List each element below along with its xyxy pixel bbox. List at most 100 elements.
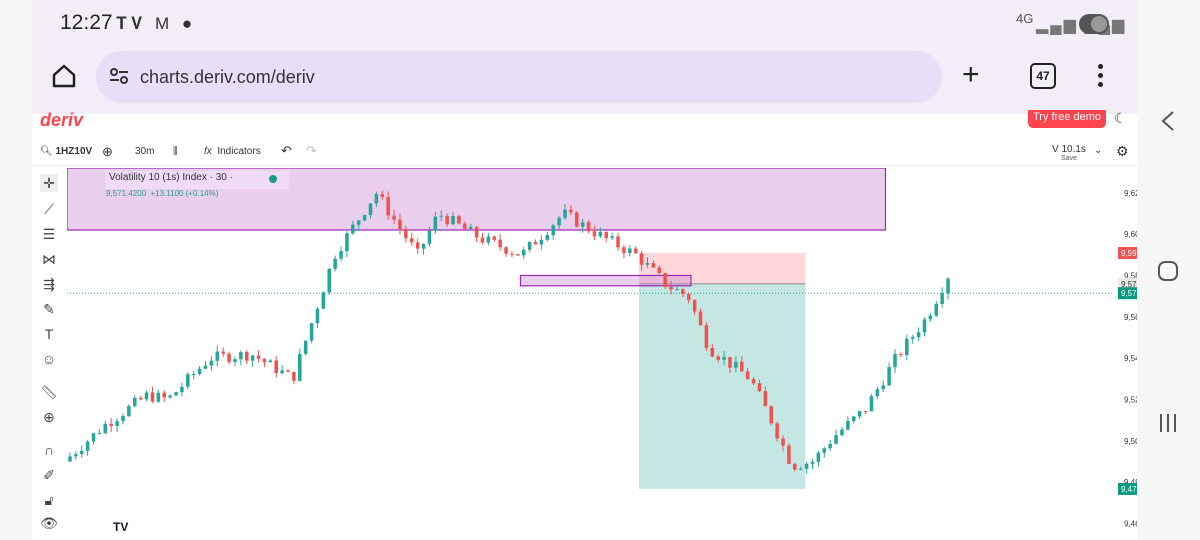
crosshair-icon[interactable]: ✛ (40, 174, 58, 192)
candle-body (834, 435, 838, 444)
recents-icon[interactable] (1157, 412, 1179, 434)
candle-body (521, 249, 526, 256)
instrument-price: 9,571.4200 (106, 189, 147, 198)
candle-body (168, 395, 172, 398)
price-tag-label: 9,571.4200 (1121, 289, 1137, 298)
text-icon[interactable]: T (40, 325, 58, 343)
candle-body (174, 392, 178, 396)
candle-body (910, 337, 915, 339)
candle-body (787, 445, 791, 464)
candle-body (610, 236, 614, 238)
home-nav-icon[interactable] (1157, 260, 1179, 282)
interval-button[interactable]: 30m (135, 146, 154, 157)
y-axis-tick-label: 9,600.0000 (1124, 230, 1137, 239)
candle-body (745, 371, 750, 380)
fib-retracement-icon[interactable]: ☰ (40, 225, 58, 243)
price-chart[interactable]: 9,620.00009,600.00009,580.00009,560.0000… (66, 167, 1137, 540)
settings-icon[interactable]: ⚙ (1116, 143, 1129, 160)
candle-body (250, 355, 255, 361)
candle-body (793, 463, 797, 470)
candle-body (551, 225, 555, 236)
candle-body (704, 325, 709, 348)
search-icon: 🔍︎ (40, 146, 53, 157)
candle-body (292, 371, 296, 381)
undo-button[interactable]: ↶ (281, 143, 292, 159)
site-settings-icon[interactable] (108, 65, 130, 87)
candle-body (616, 236, 620, 248)
url-text: charts.deriv.com/deriv (140, 67, 315, 87)
candle-body (156, 392, 161, 402)
candle-body (103, 423, 108, 434)
try-free-demo-button[interactable]: Try free demo (1028, 110, 1106, 128)
candle-body (539, 239, 544, 245)
layout-save[interactable]: V 10.1s Save (1052, 144, 1086, 162)
candle-body (445, 215, 449, 225)
ruler-icon[interactable]: 📏︎ (40, 383, 58, 401)
candle-body (339, 251, 343, 259)
magnet-icon[interactable]: ∩ (40, 441, 58, 459)
candle-body (669, 286, 673, 290)
candle-body (244, 352, 249, 361)
candle-body (822, 448, 827, 453)
indicators-button[interactable]: fx Indicators (204, 146, 261, 157)
candle-body (763, 391, 768, 407)
home-button[interactable] (46, 58, 82, 94)
candle-body (846, 420, 850, 430)
address-bar[interactable]: charts.deriv.com/deriv (96, 51, 942, 103)
gmail-notification-icon: M (154, 14, 174, 33)
candle-body (209, 360, 214, 366)
candle-body (486, 236, 491, 243)
chart-canvas[interactable]: 9,620.00009,600.00009,580.00009,560.0000… (66, 167, 1137, 540)
candle-body (480, 237, 485, 243)
status-time: 12:27 (60, 11, 113, 34)
back-icon[interactable] (1159, 110, 1177, 132)
candle-body (734, 361, 738, 368)
candle-body (392, 215, 396, 220)
candle-body (504, 247, 508, 254)
chart-type-button[interactable]: ⫼ (173, 146, 178, 157)
network-indicator: 4G (1016, 11, 1034, 26)
redo-button[interactable]: ↷ (306, 143, 317, 159)
new-tab-button[interactable]: + (962, 60, 980, 90)
zoom-in-icon[interactable]: ⊕ (40, 408, 58, 426)
emoji-icon[interactable]: ☺ (40, 350, 58, 368)
candle-body (857, 411, 862, 417)
candle-body (516, 254, 520, 256)
candle-body (863, 411, 868, 413)
compare-symbol-button[interactable]: ⊕ (102, 144, 113, 160)
chart-toolbar: 🔍︎ 1HZ10V ⊕ 30m ⫼ fx Indicators ↶ ↷ V 10… (32, 138, 1137, 166)
candle-body (905, 338, 909, 356)
visibility-icon[interactable]: 👁︎ (40, 514, 58, 532)
brush-icon[interactable]: ✎ (40, 300, 58, 318)
candle-body (657, 267, 662, 274)
candle-body (191, 374, 196, 376)
candle-body (498, 239, 502, 248)
candle-body (227, 353, 231, 363)
tab-switcher-button[interactable]: 47 (1030, 63, 1056, 89)
chevron-down-icon[interactable]: ⌄ (1094, 145, 1102, 156)
candle-body (580, 222, 585, 227)
app-header: deriv Try free demo ☾ (32, 110, 1137, 138)
symbol-search-button[interactable]: 🔍︎ 1HZ10V (40, 146, 92, 157)
candle-body (722, 357, 726, 360)
pattern-icon[interactable]: ⋈ (40, 250, 58, 268)
candle-body (569, 209, 573, 213)
candle-body (940, 293, 944, 304)
indicators-label: Indicators (217, 146, 261, 157)
forecast-icon[interactable]: ⇶ (40, 275, 58, 293)
candle-body (286, 370, 290, 372)
candle-body (144, 392, 149, 400)
price-tag-label: 9,476.6997 (1121, 485, 1137, 494)
lock-icon[interactable]: 🔓︎ (40, 491, 58, 509)
draw-mode-icon[interactable]: ✐ (40, 466, 58, 484)
candle-body (575, 212, 579, 227)
browser-menu-button[interactable] (1096, 64, 1104, 88)
candle-body (775, 423, 779, 439)
y-axis-tick-label: 9,460.0000 (1124, 519, 1137, 528)
theme-toggle-icon[interactable]: ☾ (1114, 110, 1127, 127)
candle-body (85, 441, 90, 451)
trend-line-icon[interactable]: ⟋ (40, 200, 58, 218)
deriv-logo[interactable]: deriv (40, 110, 83, 131)
screen: 12:27 𝐓𝐕 M ● 4G ▂▄▆ ▂▄▆ charts.deriv.com… (0, 0, 1200, 540)
browser-window: 12:27 𝐓𝐕 M ● 4G ▂▄▆ ▂▄▆ charts.deriv.com… (32, 0, 1137, 540)
